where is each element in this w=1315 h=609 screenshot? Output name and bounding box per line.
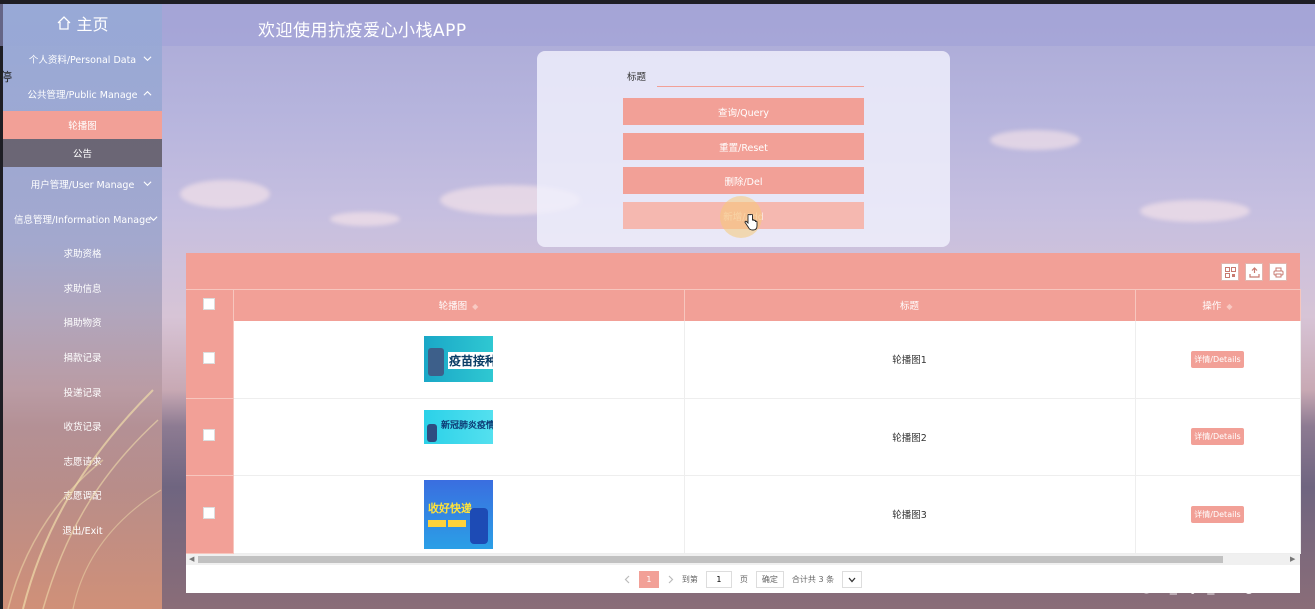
column-header-title: 标题 (684, 289, 1136, 321)
carousel-table: 轮播图 ◆ 标题 操作 ◆ 疫苗接种 轮播图1 详情/Details 新冠肺炎疫… (186, 289, 1301, 554)
top-bar: 欢迎使用抗疫爱心小栈APP (0, 0, 1315, 46)
sidebar-item-notice[interactable]: 公告 (3, 139, 162, 167)
chevron-down-icon (143, 56, 152, 62)
title-field-label: 标题 (627, 72, 647, 83)
sort-icon[interactable]: ◆ (1226, 302, 1232, 311)
actions-cell: 详情/Details (1135, 320, 1301, 399)
carousel-thumbnail[interactable]: 疫苗接种 (424, 336, 493, 383)
home-icon (58, 16, 71, 30)
goto-label: 到第 (681, 575, 698, 584)
row-checkbox[interactable] (203, 429, 216, 442)
page-number[interactable]: 1 (638, 571, 659, 588)
sidebar-item-volunteer-requests[interactable]: 志愿请求 (3, 444, 162, 479)
chevron-down-icon (149, 215, 158, 221)
carousel-image-cell: 收好快递 (233, 475, 685, 554)
goto-page-input[interactable] (705, 571, 732, 588)
column-header-carousel[interactable]: 轮播图 ◆ (233, 289, 685, 321)
watermark: CSDN @vx_Biye_Design (1095, 579, 1263, 595)
sidebar-item-help-qualification[interactable]: 求助资格 (3, 236, 162, 271)
home-label: 主页 (76, 15, 109, 34)
total-count: 合计共 3 条 (791, 575, 835, 584)
horizontal-scrollbar[interactable]: ◀ ▶ (186, 554, 1300, 565)
table-row: 收好快递 轮播图3 详情/Details (186, 475, 1301, 554)
menu-user-manage[interactable]: 用户管理/User Manage (3, 167, 162, 202)
search-panel: 标题 查询/Query 重置/Reset 删除/Del 新增/Add (537, 51, 950, 247)
details-button[interactable]: 详情/Details (1191, 505, 1244, 523)
table-row: 疫苗接种 轮播图1 详情/Details (186, 320, 1301, 399)
carousel-image-cell: 新冠肺炎疫情 (233, 398, 685, 477)
prev-page-icon[interactable] (624, 575, 631, 584)
title-search-input[interactable] (657, 65, 864, 87)
reset-button[interactable]: 重置/Reset (623, 133, 864, 160)
delete-button[interactable]: 删除/Del (623, 167, 864, 194)
carousel-image-cell: 疫苗接种 (233, 320, 685, 399)
print-icon[interactable] (1269, 263, 1287, 281)
chevron-up-icon (143, 90, 152, 96)
scroll-left-icon[interactable]: ◀ (189, 555, 194, 563)
title-cell: 轮播图3 (684, 475, 1136, 554)
menu-info-label: 信息管理/Information Manage (14, 214, 151, 226)
hand-cursor-icon (744, 214, 758, 231)
actions-cell: 详情/Details (1135, 475, 1301, 554)
menu-personal-data[interactable]: 个人资料/Personal Data (3, 42, 162, 77)
table-toolbar (186, 253, 1300, 289)
details-button[interactable]: 详情/Details (1191, 428, 1244, 446)
data-table-panel: 轮播图 ◆ 标题 操作 ◆ 疫苗接种 轮播图1 详情/Details 新冠肺炎疫… (186, 253, 1301, 593)
title-cell: 轮播图1 (684, 320, 1136, 399)
menu-information-manage[interactable]: 信息管理/Information Manage (3, 202, 162, 237)
chevron-down-icon (143, 181, 152, 187)
sidebar-item-receipt-records[interactable]: 收货记录 (3, 409, 162, 444)
menu-public-label: 公共管理/Public Manage (27, 89, 138, 101)
row-select-cell[interactable] (186, 398, 234, 477)
row-select-cell[interactable] (186, 475, 234, 554)
export-icon[interactable] (1245, 263, 1263, 281)
scrollbar-thumb[interactable] (198, 556, 1223, 563)
menu-personal-label: 个人资料/Personal Data (28, 55, 137, 67)
actions-cell: 详情/Details (1135, 398, 1301, 477)
page-unit-label: 页 (739, 575, 748, 584)
table-row: 新冠肺炎疫情 轮播图2 详情/Details (186, 398, 1301, 477)
sidebar: 主页 个人资料/Personal Data 公共管理/Public Manage… (3, 4, 162, 609)
thumbnail-text: 疫苗接种 (448, 352, 493, 370)
thumbnail-text: 新冠肺炎疫情 (441, 420, 493, 431)
sidebar-item-donation-records[interactable]: 捐款记录 (3, 340, 162, 375)
column-header-actions[interactable]: 操作 ◆ (1135, 289, 1301, 321)
sidebar-item-delivery-records[interactable]: 投递记录 (3, 374, 162, 409)
details-button[interactable]: 详情/Details (1191, 350, 1244, 368)
row-select-cell[interactable] (186, 320, 234, 399)
page-size-select[interactable] (842, 571, 863, 588)
carousel-thumbnail[interactable]: 新冠肺炎疫情 (424, 409, 493, 444)
scroll-right-icon[interactable]: ▶ (1290, 555, 1295, 563)
query-button[interactable]: 查询/Query (623, 98, 864, 125)
sort-icon[interactable]: ◆ (472, 302, 478, 311)
thumbnail-text: 收好快递 (428, 501, 472, 515)
sidebar-item-donated-goods[interactable]: 捐助物资 (3, 305, 162, 340)
home-link[interactable]: 主页 (3, 4, 162, 42)
sidebar-item-carousel[interactable]: 轮播图 (3, 111, 162, 139)
carousel-thumbnail[interactable]: 收好快递 (424, 479, 493, 549)
select-all-checkbox[interactable] (203, 297, 216, 310)
sidebar-item-exit[interactable]: 退出/Exit (3, 513, 162, 548)
next-page-icon[interactable] (667, 575, 674, 584)
stray-text: 停 (0, 70, 13, 84)
row-checkbox[interactable] (203, 351, 216, 364)
row-checkbox[interactable] (203, 506, 216, 519)
menu-public-manage[interactable]: 公共管理/Public Manage (3, 77, 162, 112)
sidebar-item-help-info[interactable]: 求助信息 (3, 271, 162, 306)
confirm-goto-button[interactable]: 确定 (755, 571, 784, 588)
title-cell: 轮播图2 (684, 398, 1136, 477)
sidebar-item-volunteer-dispatch[interactable]: 志愿调配 (3, 478, 162, 513)
select-all-header[interactable] (186, 289, 234, 321)
app-title: 欢迎使用抗疫爱心小栈APP (258, 21, 467, 41)
menu-user-label: 用户管理/User Manage (30, 180, 135, 192)
qrcode-icon[interactable] (1221, 263, 1239, 281)
chevron-down-icon (848, 577, 856, 582)
